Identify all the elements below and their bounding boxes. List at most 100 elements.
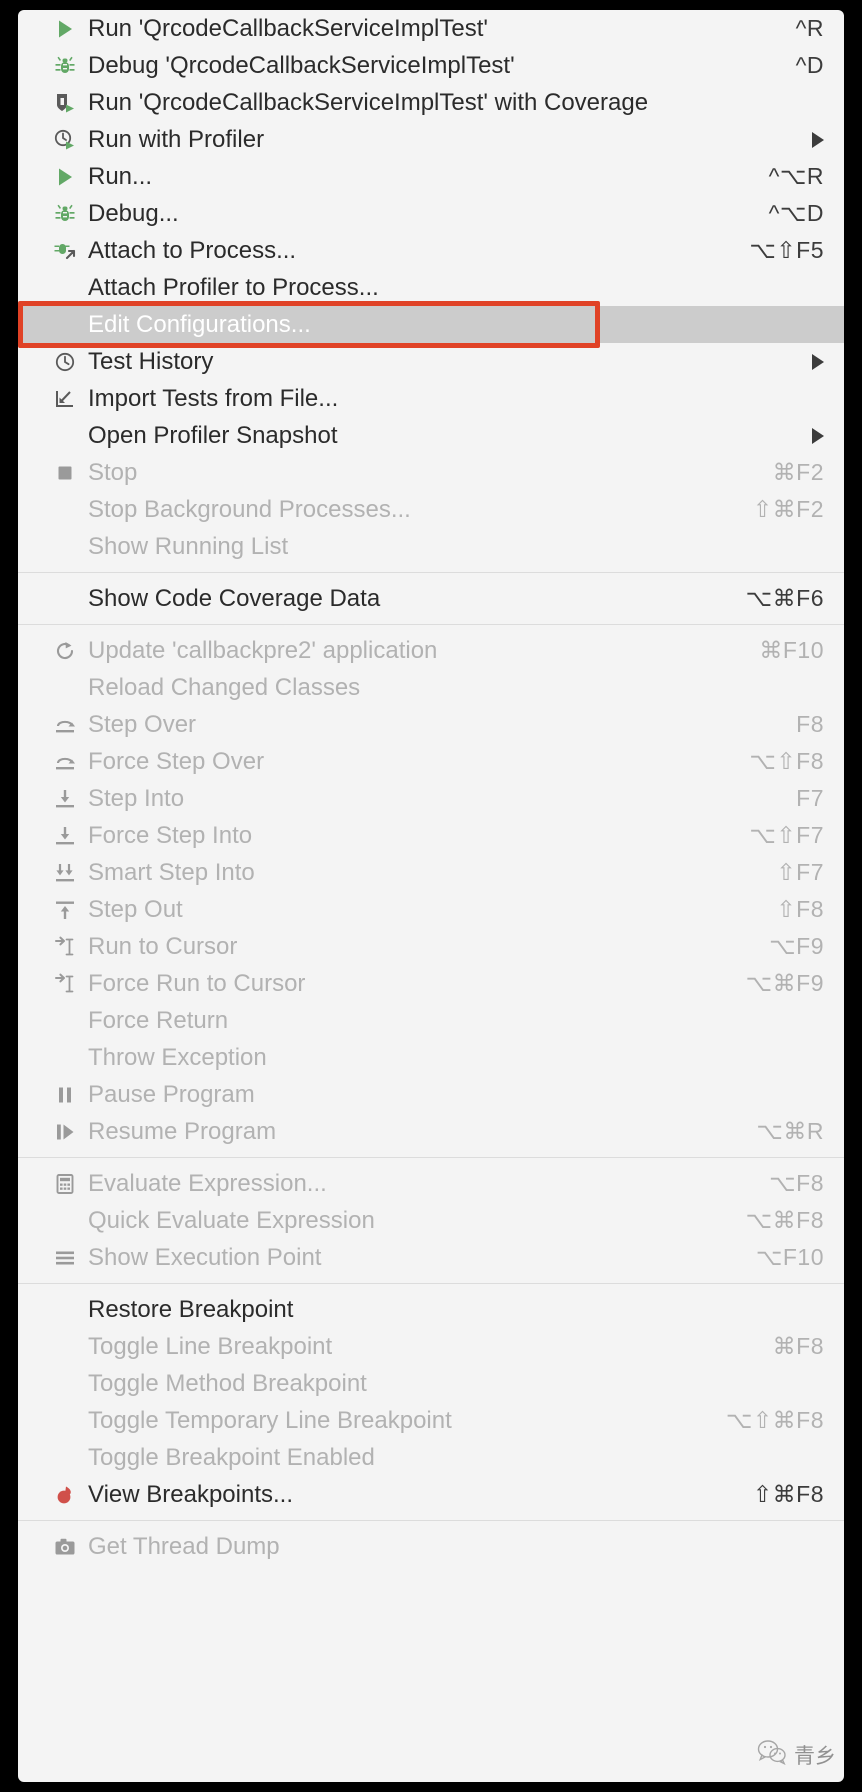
- menu-item-shortcut: ⌥⇧F5: [749, 237, 824, 263]
- menu-item-shortcut: ⇧F8: [776, 896, 824, 922]
- menu-item-show-code-coverage-data[interactable]: Show Code Coverage Data ⌥⌘F6: [18, 580, 844, 617]
- menu-item-label: View Breakpoints...: [88, 1480, 293, 1508]
- menu-item-shortcut: ⌘F10: [759, 637, 824, 663]
- menu-item-stop-background-processes: Stop Background Processes... ⇧⌘F2: [18, 491, 844, 528]
- menu-item-pause-program: Pause Program: [18, 1076, 844, 1113]
- menu-item-attach-profiler-to-process[interactable]: Attach Profiler to Process...: [18, 269, 844, 306]
- watermark: 青乡: [757, 1739, 836, 1770]
- import-tests-icon: [52, 386, 78, 412]
- menu-item-label: Force Run to Cursor: [88, 969, 306, 997]
- run-to-cursor-icon: [52, 934, 78, 960]
- menu-item-label: Force Return: [88, 1006, 229, 1034]
- menu-item-toggle-method-breakpoint: Toggle Method Breakpoint: [18, 1365, 844, 1402]
- menu-item-view-breakpoints[interactable]: View Breakpoints... ⇧⌘F8: [18, 1476, 844, 1513]
- menu-item-label: Run...: [88, 162, 153, 190]
- menu-item-label: Force Step Over: [88, 747, 265, 775]
- menu-item-label: Step Over: [88, 710, 197, 738]
- menu-item-step-over: Step Over F8: [18, 706, 844, 743]
- menu-item-label: Step Into: [88, 784, 185, 812]
- step-over-icon: [52, 712, 78, 738]
- menu-item-force-step-over: Force Step Over ⌥⇧F8: [18, 743, 844, 780]
- menu-item-debug[interactable]: Debug... ^⌥D: [18, 195, 844, 232]
- menu-item-step-out: Step Out ⇧F8: [18, 891, 844, 928]
- menu-item-label: Reload Changed Classes: [88, 673, 361, 701]
- stop-square-icon: [52, 460, 78, 486]
- run-debug-context-menu[interactable]: Run 'QrcodeCallbackServiceImplTest' ^R Deb…: [18, 10, 844, 1782]
- menu-item-shortcut: ⌘F8: [772, 1333, 824, 1359]
- menu-item-debug-qrcodecallbackserviceimpltest[interactable]: Debug 'QrcodeCallbackServiceImplTest' ^D: [18, 47, 844, 84]
- menu-item-run[interactable]: Run... ^⌥R: [18, 158, 844, 195]
- debug-bug-icon: [52, 53, 78, 79]
- menu-item-attach-to-process[interactable]: Attach to Process... ⌥⇧F5: [18, 232, 844, 269]
- menu-item-shortcut: ⌥⌘R: [756, 1118, 824, 1144]
- menu-separator: [18, 624, 844, 625]
- menu-item-label: Step Out: [88, 895, 183, 923]
- menu-item-edit-configurations[interactable]: Edit Configurations...: [18, 306, 844, 343]
- menu-item-show-execution-point: Show Execution Point ⌥F10: [18, 1239, 844, 1276]
- menu-item-get-thread-dump: Get Thread Dump: [18, 1528, 844, 1565]
- debug-bug-icon: [52, 201, 78, 227]
- menu-item-label: Stop: [88, 458, 138, 486]
- menu-item-label: Debug 'QrcodeCallbackServiceImplTest': [88, 51, 515, 79]
- menu-item-show-running-list: Show Running List: [18, 528, 844, 565]
- menu-item-import-tests-from-file[interactable]: Import Tests from File...: [18, 380, 844, 417]
- menu-item-evaluate-expression: Evaluate Expression... ⌥F8: [18, 1165, 844, 1202]
- menu-item-label: Evaluate Expression...: [88, 1169, 327, 1197]
- menu-item-label: Toggle Breakpoint Enabled: [88, 1443, 375, 1471]
- menu-item-toggle-temporary-line-breakpoint: Toggle Temporary Line Breakpoint ⌥⇧⌘F8: [18, 1402, 844, 1439]
- menu-item-label: Attach to Process...: [88, 236, 297, 264]
- menu-item-label: Edit Configurations...: [88, 310, 311, 338]
- watermark-text: 青乡: [794, 1743, 836, 1768]
- menu-item-open-profiler-snapshot[interactable]: Open Profiler Snapshot: [18, 417, 844, 454]
- menu-item-label: Get Thread Dump: [88, 1532, 280, 1560]
- camera-icon: [52, 1534, 78, 1560]
- run-green-arrow-icon: [52, 164, 78, 190]
- menu-item-label: Run to Cursor: [88, 932, 238, 960]
- menu-item-shortcut: ⇧⌘F8: [752, 1481, 824, 1507]
- wechat-icon: [757, 1739, 787, 1770]
- menu-item-reload-changed-classes: Reload Changed Classes: [18, 669, 844, 706]
- menu-item-label: Update 'callbackpre2' application: [88, 636, 438, 664]
- menu-item-label: Test History: [88, 347, 214, 375]
- menu-item-run-to-cursor: Run to Cursor ⌥F9: [18, 928, 844, 965]
- step-into-icon: [52, 786, 78, 812]
- menu-item-shortcut: ⌥⇧⌘F8: [725, 1407, 824, 1433]
- submenu-chevron-icon: [812, 427, 824, 444]
- menu-item-label: Show Code Coverage Data: [88, 584, 381, 612]
- menu-item-shortcut: ^⌥D: [768, 200, 824, 226]
- menu-item-label: Quick Evaluate Expression: [88, 1206, 375, 1234]
- menu-item-shortcut: F8: [796, 711, 824, 737]
- menu-separator: [18, 572, 844, 573]
- menu-item-run-with-profiler[interactable]: Run with Profiler: [18, 121, 844, 158]
- menu-separator: [18, 1157, 844, 1158]
- menu-item-run-qrcodecallbackserviceimpltest[interactable]: Run 'QrcodeCallbackServiceImplTest' ^R: [18, 10, 844, 47]
- menu-item-shortcut: F7: [796, 785, 824, 811]
- submenu-chevron-icon: [812, 131, 824, 148]
- clock-icon: [52, 349, 78, 375]
- menu-item-label: Show Execution Point: [88, 1243, 322, 1271]
- menu-item-force-return: Force Return: [18, 1002, 844, 1039]
- update-refresh-icon: [52, 638, 78, 664]
- menu-item-shortcut: ^D: [795, 52, 824, 78]
- run-to-cursor-icon: [52, 971, 78, 997]
- menu-item-shortcut: ⌥⇧F7: [749, 822, 824, 848]
- menu-item-throw-exception: Throw Exception: [18, 1039, 844, 1076]
- menu-item-label: Smart Step Into: [88, 858, 255, 886]
- menu-item-toggle-line-breakpoint: Toggle Line Breakpoint ⌘F8: [18, 1328, 844, 1365]
- run-with-coverage-icon: [52, 90, 78, 116]
- breakpoint-red-dot-icon: [52, 1482, 78, 1508]
- resume-icon: [52, 1119, 78, 1145]
- menu-item-shortcut: ⌥⇧F8: [749, 748, 824, 774]
- menu-item-restore-breakpoint[interactable]: Restore Breakpoint: [18, 1291, 844, 1328]
- menu-item-label: Debug...: [88, 199, 179, 227]
- menu-item-shortcut: ^⌥R: [768, 163, 824, 189]
- menu-item-update-callbackpre2-application: Update 'callbackpre2' application ⌘F10: [18, 632, 844, 669]
- menu-item-smart-step-into: Smart Step Into ⇧F7: [18, 854, 844, 891]
- menu-item-label: Run 'QrcodeCallbackServiceImplTest': [88, 14, 488, 42]
- menu-item-test-history[interactable]: Test History: [18, 343, 844, 380]
- profiler-clock-icon: [52, 127, 78, 153]
- menu-item-shortcut: ⌘F2: [772, 459, 824, 485]
- run-green-arrow-icon: [52, 16, 78, 42]
- menu-item-label: Toggle Temporary Line Breakpoint: [88, 1406, 452, 1434]
- menu-item-run-qrcodecallbackserviceimpltest-with-cover[interactable]: Run 'QrcodeCallbackServiceImplTest' with…: [18, 84, 844, 121]
